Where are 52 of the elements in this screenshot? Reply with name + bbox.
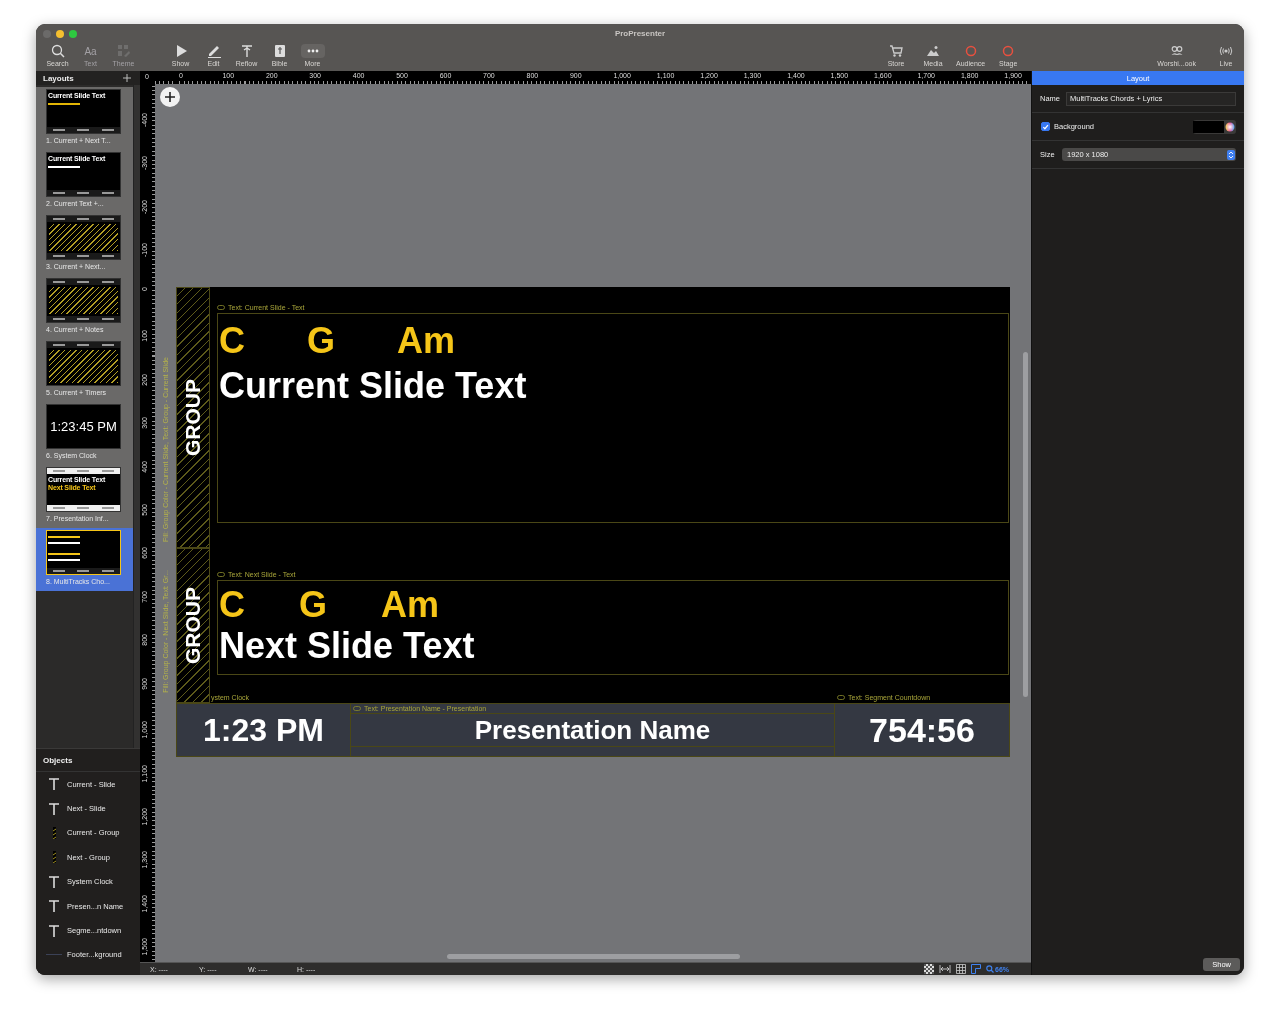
group-label: GROUP: [181, 379, 205, 456]
chord-text: Am: [397, 319, 456, 363]
chord-text: G: [307, 319, 335, 363]
ring-icon: [1001, 44, 1016, 58]
thumbnail-text: 1:23:45 PM: [50, 420, 117, 435]
text-tool-icon: [48, 777, 60, 792]
color-well[interactable]: [1193, 119, 1236, 134]
link-icon: [217, 571, 225, 577]
cart-icon: [889, 44, 903, 58]
clock-text: 1:23 PM: [203, 711, 324, 749]
scrollbar-thumb[interactable]: [1023, 352, 1028, 697]
window-title: ProPresenter: [614, 29, 666, 38]
broadcast-icon: [1219, 44, 1233, 58]
t-shape-icon: [239, 44, 254, 58]
link-icon: [217, 304, 225, 310]
chord-text: C: [219, 585, 245, 625]
image-icon: [926, 44, 940, 58]
disguise-icon: [1169, 44, 1184, 58]
add-layout-button[interactable]: [123, 74, 131, 82]
text-tool-icon: [48, 923, 60, 938]
add-object-button[interactable]: [160, 87, 180, 107]
snap-icon: [971, 964, 981, 974]
plus-icon: [123, 74, 131, 82]
stepper-icon: [1227, 149, 1235, 160]
slide-text: Next Slide Text: [219, 625, 476, 667]
slide-text: Current Slide Text: [219, 364, 528, 408]
text-tool-icon: [48, 899, 60, 914]
chord-text: G: [299, 585, 327, 625]
panel-title: Layouts: [43, 73, 74, 83]
presentation-name: Presentation Name: [351, 713, 834, 747]
countdown-text: 754:56: [869, 710, 975, 750]
fit-width-icon: [939, 964, 951, 974]
hatched-strip-icon: [52, 851, 56, 864]
chord-text: C: [219, 319, 245, 363]
search-icon: [50, 44, 65, 58]
chord-text: Am: [381, 585, 440, 625]
pencil-icon: [206, 44, 221, 58]
hatched-strip-icon: [52, 826, 56, 839]
palette-icon: [116, 44, 131, 58]
color-wheel-icon: [1225, 121, 1235, 132]
text-tool-icon: [48, 801, 60, 816]
text-tool-icon: [48, 874, 60, 889]
book-icon: [272, 44, 287, 58]
ring-icon: [963, 44, 978, 58]
scrollbar-thumb[interactable]: [447, 954, 740, 959]
grid-icon: [956, 964, 966, 974]
line-icon: [46, 954, 62, 956]
text-style-icon: Aa: [84, 45, 97, 57]
plus-icon: [165, 92, 175, 102]
zoom-icon: [986, 965, 994, 973]
checkmark-icon: [1042, 122, 1049, 131]
group-label: GROUP: [181, 587, 205, 664]
